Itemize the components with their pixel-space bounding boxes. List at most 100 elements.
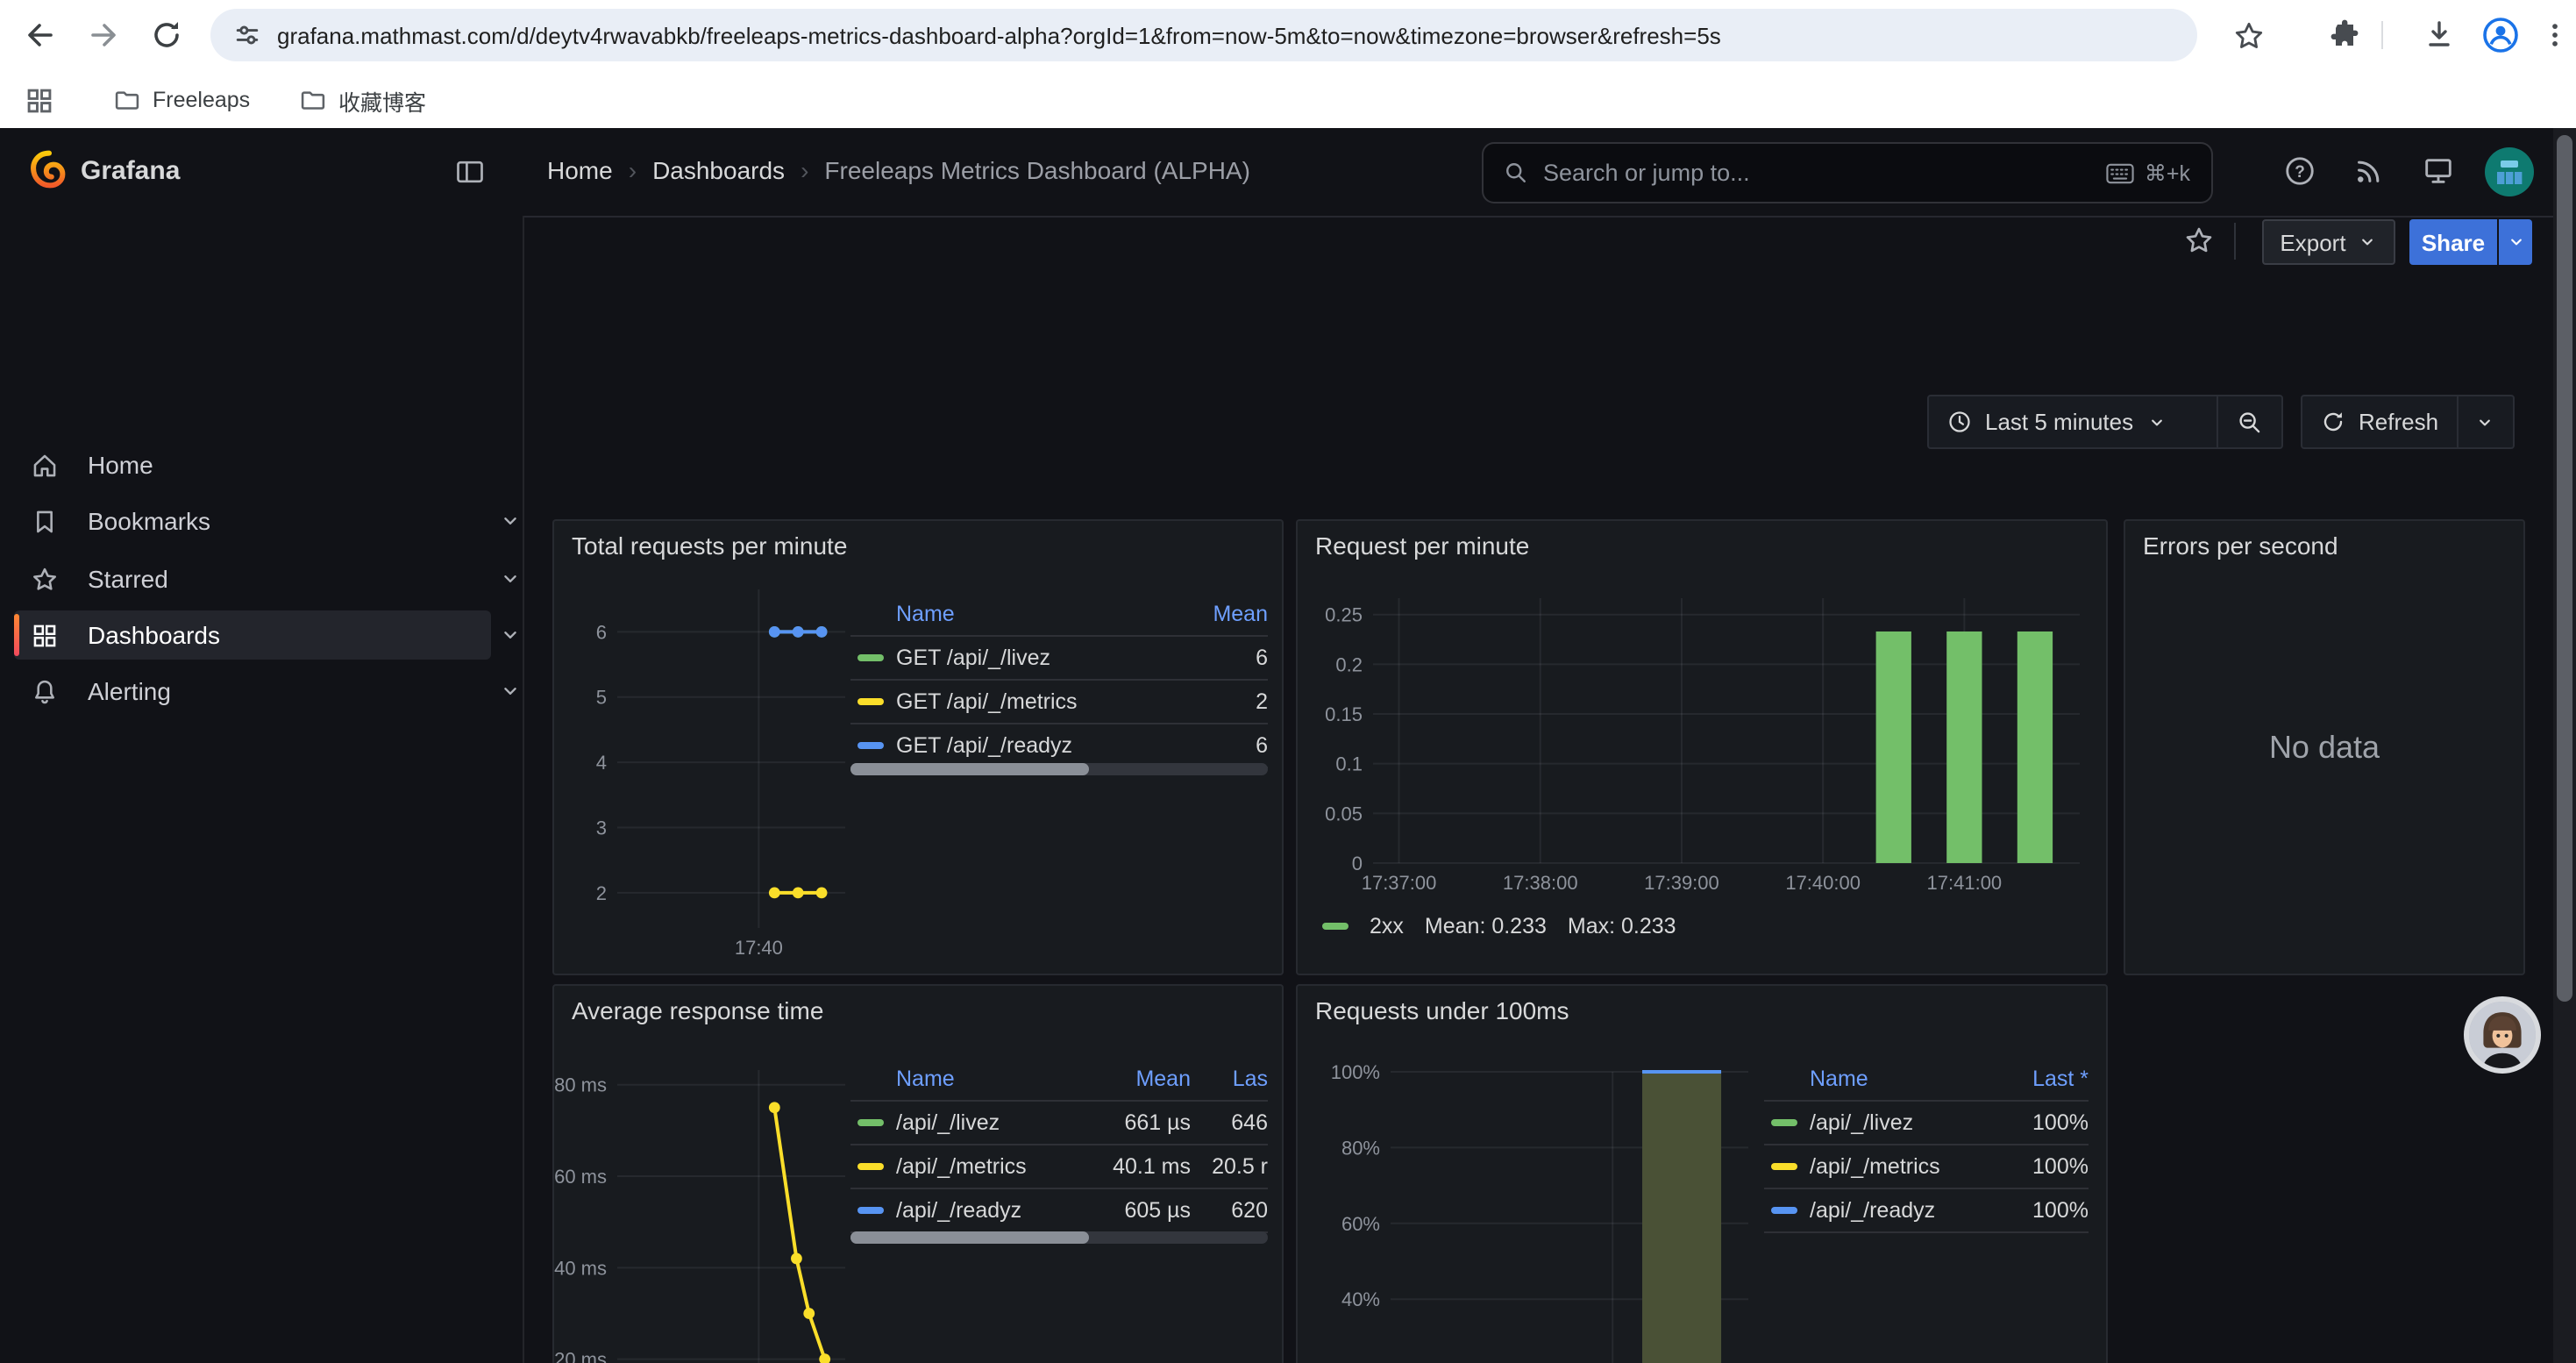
site-info-icon[interactable] bbox=[231, 19, 263, 51]
series-name: 2xx bbox=[1370, 914, 1404, 938]
svg-text:60%: 60% bbox=[1341, 1213, 1380, 1235]
legend-row[interactable]: /api/_/livez 100% bbox=[1764, 1102, 2089, 1145]
export-button[interactable]: Export bbox=[2262, 219, 2395, 265]
legend-scrollbar[interactable] bbox=[850, 1231, 1268, 1244]
sidebar-item-alerting[interactable]: Alerting bbox=[14, 667, 491, 716]
back-button[interactable] bbox=[21, 16, 60, 54]
help-icon: ? bbox=[2283, 154, 2316, 188]
profile-button[interactable] bbox=[2481, 16, 2520, 54]
chevron-down-icon[interactable] bbox=[498, 679, 512, 712]
sidebar-item-home[interactable]: Home bbox=[14, 440, 491, 489]
series-swatch bbox=[1322, 923, 1348, 930]
request-per-minute-chart: 00.050.10.150.20.2517:37:0017:38:0017:39… bbox=[1298, 521, 2108, 975]
svg-text:80 ms: 80 ms bbox=[554, 1074, 607, 1096]
sidebar-item-dashboards[interactable]: Dashboards bbox=[14, 610, 491, 660]
legend-scrollbar[interactable] bbox=[850, 763, 1268, 775]
legend-table: Name Last * /api/_/livez 100% /api/_/met… bbox=[1764, 1058, 2089, 1233]
series-swatch bbox=[1771, 1163, 1797, 1170]
bookmarks-bar: Freeleaps 收藏博客 bbox=[0, 72, 2576, 128]
breadcrumb-separator: › bbox=[785, 156, 824, 184]
extensions-button[interactable] bbox=[2323, 16, 2362, 54]
legend-row[interactable]: /api/_/readyz 605 µs 620 bbox=[850, 1189, 1268, 1233]
zoom-out-button[interactable] bbox=[2218, 396, 2281, 447]
chevron-down-icon[interactable] bbox=[498, 567, 512, 600]
legend-col-name[interactable]: Name bbox=[896, 1067, 1078, 1091]
svg-text:0.15: 0.15 bbox=[1325, 703, 1363, 725]
legend-row[interactable]: GET /api/_/metrics 2 bbox=[850, 681, 1268, 724]
time-range-picker[interactable]: Last 5 minutes bbox=[1929, 396, 2217, 447]
breadcrumb-dashboards[interactable]: Dashboards bbox=[652, 156, 785, 184]
legend-row[interactable]: /api/_/livez 661 µs 646 bbox=[850, 1102, 1268, 1145]
favorite-dashboard-button[interactable] bbox=[2183, 225, 2215, 265]
svg-text:100%: 100% bbox=[1331, 1061, 1380, 1083]
svg-text:5: 5 bbox=[596, 687, 607, 709]
page-scrollbar-thumb[interactable] bbox=[2557, 135, 2572, 1002]
refresh-button[interactable]: Refresh bbox=[2302, 396, 2456, 447]
forward-button[interactable] bbox=[84, 16, 123, 54]
legend-table: Name Mean Las /api/_/livez 661 µs 646 /a… bbox=[850, 1058, 1268, 1233]
legend-row[interactable]: /api/_/metrics 100% bbox=[1764, 1145, 2089, 1189]
panel-request-per-minute: Request per minute 00.050.10.150.20.2517… bbox=[1296, 519, 2108, 975]
subheader-divider bbox=[2234, 223, 2236, 260]
legend-row[interactable]: GET /api/_/readyz 6 bbox=[850, 724, 1268, 768]
bookmark-star-button[interactable] bbox=[2229, 16, 2267, 54]
svg-text:3: 3 bbox=[596, 817, 607, 838]
search-input[interactable]: Search or jump to... ⌘+k bbox=[1482, 142, 2213, 203]
chevron-down-icon[interactable] bbox=[498, 623, 512, 656]
brand-name[interactable]: Grafana bbox=[81, 156, 180, 186]
legend-col-name[interactable]: Name bbox=[1810, 1067, 1983, 1091]
sidebar-item-bookmarks[interactable]: Bookmarks bbox=[14, 496, 491, 546]
bookmark-folder-blogs[interactable]: 收藏博客 bbox=[298, 81, 426, 119]
page-scrollbar[interactable] bbox=[2553, 128, 2576, 1363]
reload-button[interactable] bbox=[147, 16, 186, 54]
bell-icon bbox=[30, 676, 60, 706]
dashboard-main: Export Share Last 5 minutes bbox=[523, 216, 2576, 1363]
legend-scrollbar-thumb[interactable] bbox=[850, 1231, 1088, 1244]
downloads-button[interactable] bbox=[2420, 16, 2459, 54]
apps-grid-button[interactable] bbox=[25, 81, 54, 119]
url-bar[interactable]: grafana.mathmast.com/d/deytv4rwavabkb/fr… bbox=[210, 9, 2197, 61]
svg-text:40 ms: 40 ms bbox=[554, 1257, 607, 1279]
bookmark-folder-freeleaps[interactable]: Freeleaps bbox=[112, 81, 250, 119]
help-button[interactable]: ? bbox=[2283, 154, 2316, 196]
svg-text:?: ? bbox=[2295, 163, 2305, 182]
legend-scrollbar-thumb[interactable] bbox=[850, 763, 1088, 775]
user-avatar[interactable] bbox=[2485, 147, 2534, 205]
sidebar-item-label: Alerting bbox=[88, 677, 171, 705]
search-placeholder: Search or jump to... bbox=[1543, 160, 2106, 186]
legend-col-last[interactable]: Last * bbox=[1983, 1067, 2089, 1091]
legend-row[interactable]: /api/_/readyz 100% bbox=[1764, 1189, 2089, 1233]
share-menu-button[interactable] bbox=[2499, 219, 2532, 265]
refresh-interval-button[interactable] bbox=[2457, 396, 2513, 447]
profile-avatar-icon bbox=[2481, 16, 2520, 54]
series-max: Max: 0.233 bbox=[1568, 914, 1676, 938]
kebab-menu-icon bbox=[2539, 19, 2571, 51]
legend-col-name[interactable]: Name bbox=[896, 602, 1184, 626]
sidebar-item-starred[interactable]: Starred bbox=[14, 554, 491, 603]
bookmark-folder-label: 收藏博客 bbox=[338, 83, 426, 117]
news-button[interactable] bbox=[2352, 154, 2385, 196]
breadcrumb-current: Freeleaps Metrics Dashboard (ALPHA) bbox=[824, 156, 1250, 184]
floating-assistant-avatar[interactable] bbox=[2464, 996, 2541, 1074]
share-button[interactable]: Share bbox=[2409, 219, 2497, 265]
grafana-top-nav: Grafana Home › Dashboards › Freeleaps Me… bbox=[0, 128, 2576, 218]
legend-col-last[interactable]: Las bbox=[1191, 1067, 1268, 1091]
mega-menu-toggle-icon[interactable] bbox=[454, 156, 486, 188]
breadcrumb-home[interactable]: Home bbox=[547, 156, 613, 184]
assistant-avatar-icon bbox=[2469, 1002, 2536, 1068]
browser-menu-button[interactable] bbox=[2536, 16, 2574, 54]
browser-toolbar: grafana.mathmast.com/d/deytv4rwavabkb/fr… bbox=[0, 0, 2576, 72]
legend-inline[interactable]: 2xx Mean: 0.233 Max: 0.233 bbox=[1322, 914, 1676, 938]
grafana-logo[interactable] bbox=[26, 149, 72, 195]
legend-col-mean[interactable]: Mean bbox=[1184, 602, 1268, 626]
legend-row[interactable]: /api/_/metrics 40.1 ms 20.5 r bbox=[850, 1145, 1268, 1189]
chevron-down-icon[interactable] bbox=[498, 509, 512, 542]
refresh-group: Refresh bbox=[2301, 395, 2515, 449]
user-avatar-icon bbox=[2485, 147, 2534, 196]
screen: grafana.mathmast.com/d/deytv4rwavabkb/fr… bbox=[0, 0, 2576, 1363]
kiosk-mode-button[interactable] bbox=[2422, 154, 2455, 196]
legend-col-mean[interactable]: Mean bbox=[1078, 1067, 1191, 1091]
star-icon bbox=[2231, 18, 2265, 52]
legend-row[interactable]: GET /api/_/livez 6 bbox=[850, 637, 1268, 681]
sidebar-item-label: Dashboards bbox=[88, 621, 220, 649]
